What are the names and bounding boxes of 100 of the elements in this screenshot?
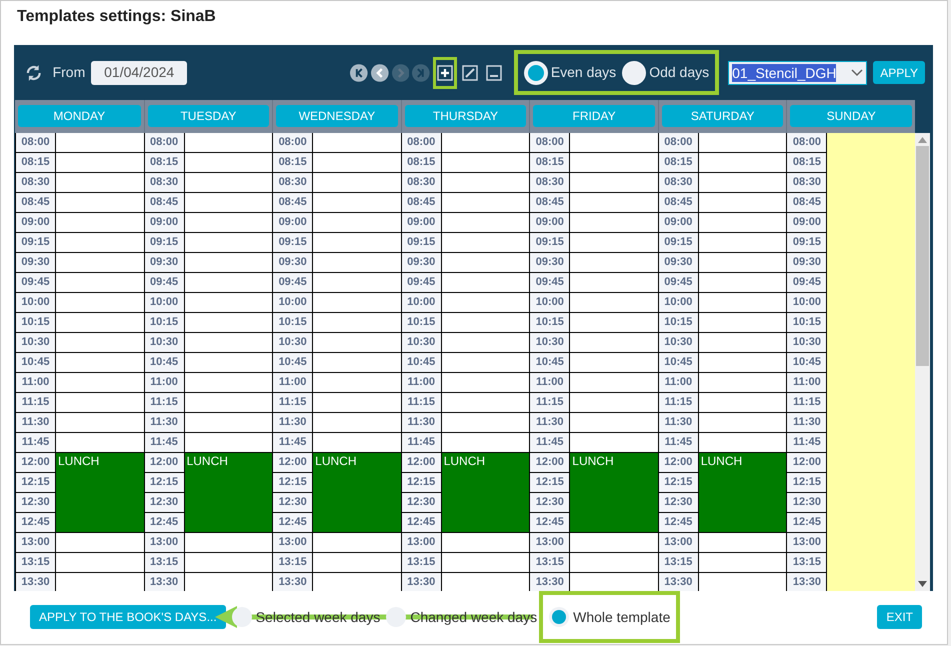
time-cell: 08:15 <box>402 153 442 173</box>
event-block[interactable]: LUNCH <box>56 453 144 533</box>
scrollbar[interactable] <box>915 133 930 591</box>
date-field[interactable]: 01/04/2024 <box>91 60 188 84</box>
scrollbar-thumb[interactable] <box>916 146 929 366</box>
slot-cell[interactable] <box>442 553 530 573</box>
slot-cell[interactable] <box>442 193 530 213</box>
radio-button[interactable] <box>386 607 406 627</box>
slot-cell[interactable] <box>184 353 272 373</box>
time-cell: 10:30 <box>658 333 699 353</box>
time-cell: 08:30 <box>530 173 570 193</box>
time-cell: 08:45 <box>658 193 699 213</box>
previous-icon[interactable] <box>371 64 389 82</box>
day-header[interactable]: MONDAY <box>18 105 141 127</box>
slot-cell[interactable] <box>184 373 272 393</box>
slot-cell[interactable] <box>442 213 530 233</box>
slot-cell[interactable] <box>442 173 530 193</box>
selected-text: 01_Stencil_DGH <box>732 64 836 82</box>
slot-cell[interactable] <box>442 233 530 253</box>
time-cell: 12:30 <box>144 493 185 513</box>
template-select[interactable]: 01_Stencil_DGH <box>728 60 868 84</box>
time-cell: 13:30 <box>658 573 699 591</box>
slot-cell[interactable] <box>442 413 530 433</box>
time-cell: 08:15 <box>273 153 314 173</box>
radio-button[interactable] <box>549 607 570 627</box>
slot-cell[interactable] <box>442 533 530 553</box>
time-cell: 13:00 <box>144 533 185 553</box>
slot-cell[interactable] <box>184 273 272 293</box>
slot-cell[interactable] <box>184 193 272 213</box>
time-cell: 12:30 <box>530 493 570 513</box>
time-cell: 11:15 <box>273 393 314 413</box>
time-cell: 09:45 <box>144 273 185 293</box>
time-cell: 11:30 <box>273 413 314 433</box>
time-cell: 12:15 <box>144 473 185 493</box>
time-cell: 13:00 <box>273 533 314 553</box>
radio-button[interactable] <box>622 60 646 84</box>
slot-cell[interactable] <box>442 313 530 333</box>
slot-cell[interactable] <box>442 253 530 273</box>
time-cell: 13:15 <box>273 553 314 573</box>
time-cell: 10:15 <box>402 313 442 333</box>
slot-cell[interactable] <box>442 433 530 453</box>
day-header[interactable]: THURSDAY <box>404 105 526 127</box>
slot-cell[interactable] <box>442 353 530 373</box>
day-header[interactable]: SATURDAY <box>662 105 784 127</box>
time-cell: 13:15 <box>530 553 570 573</box>
time-cell: 11:45 <box>144 433 185 453</box>
day-header[interactable]: SUNDAY <box>790 105 912 127</box>
slot-cell[interactable] <box>184 393 272 413</box>
slot-cell[interactable] <box>184 233 272 253</box>
time-cell: 12:15 <box>273 473 314 493</box>
slot-cell[interactable] <box>442 293 530 313</box>
time-cell: 11:00 <box>402 373 442 393</box>
slot-cell[interactable] <box>184 553 272 573</box>
time-cell: 10:30 <box>144 333 185 353</box>
time-cell: 08:15 <box>787 153 828 173</box>
slot-cell[interactable] <box>184 213 272 233</box>
time-cell: 10:00 <box>402 293 442 313</box>
edit-icon[interactable] <box>460 64 479 82</box>
time-cell: 10:30 <box>16 333 56 353</box>
slot-cell[interactable] <box>184 413 272 433</box>
event-block[interactable]: LUNCH <box>313 453 401 533</box>
slot-cell[interactable] <box>442 393 530 413</box>
day-header[interactable]: TUESDAY <box>148 105 270 127</box>
slot-cell[interactable] <box>442 273 530 293</box>
time-cell: 13:00 <box>402 533 442 553</box>
event-block[interactable]: LUNCH <box>570 453 658 533</box>
slot-cell[interactable] <box>184 313 272 333</box>
time-cell: 10:45 <box>16 353 56 373</box>
slot-cell[interactable] <box>184 533 272 553</box>
day-header[interactable]: FRIDAY <box>533 105 655 127</box>
day-header[interactable]: WEDNESDAY <box>276 105 398 127</box>
time-cell: 10:00 <box>273 293 314 313</box>
radio-button[interactable] <box>524 60 548 84</box>
radio-button[interactable] <box>232 607 252 627</box>
slot-cell[interactable] <box>184 433 272 453</box>
slot-cell[interactable] <box>442 153 530 173</box>
first-page-icon[interactable] <box>350 64 368 82</box>
apply-to-book-days-button[interactable]: APPLY TO THE BOOK'S DAYS... <box>30 605 226 629</box>
event-block[interactable]: LUNCH <box>698 453 786 533</box>
slot-cell[interactable] <box>184 333 272 353</box>
event-block[interactable]: LUNCH <box>442 453 530 533</box>
time-cell: 13:15 <box>787 553 828 573</box>
slot-cell[interactable] <box>184 293 272 313</box>
time-cell: 09:30 <box>402 253 442 273</box>
chevron-down-icon[interactable] <box>851 68 864 76</box>
slot-cell[interactable] <box>184 133 272 153</box>
slot-cell[interactable] <box>442 373 530 393</box>
slot-cell[interactable] <box>184 253 272 273</box>
slot-cell[interactable] <box>184 153 272 173</box>
scroll-down-icon[interactable] <box>918 581 927 587</box>
slot-cell[interactable] <box>442 333 530 353</box>
remove-icon[interactable] <box>485 64 504 82</box>
time-cell: 12:30 <box>658 493 699 513</box>
slot-cell[interactable] <box>442 133 530 153</box>
time-cell: 10:15 <box>530 313 570 333</box>
slot-cell[interactable] <box>184 173 272 193</box>
apply-button[interactable]: APPLY <box>873 61 925 84</box>
event-block[interactable]: LUNCH <box>184 453 272 533</box>
add-icon[interactable] <box>436 64 454 82</box>
exit-button[interactable]: EXIT <box>877 605 922 629</box>
